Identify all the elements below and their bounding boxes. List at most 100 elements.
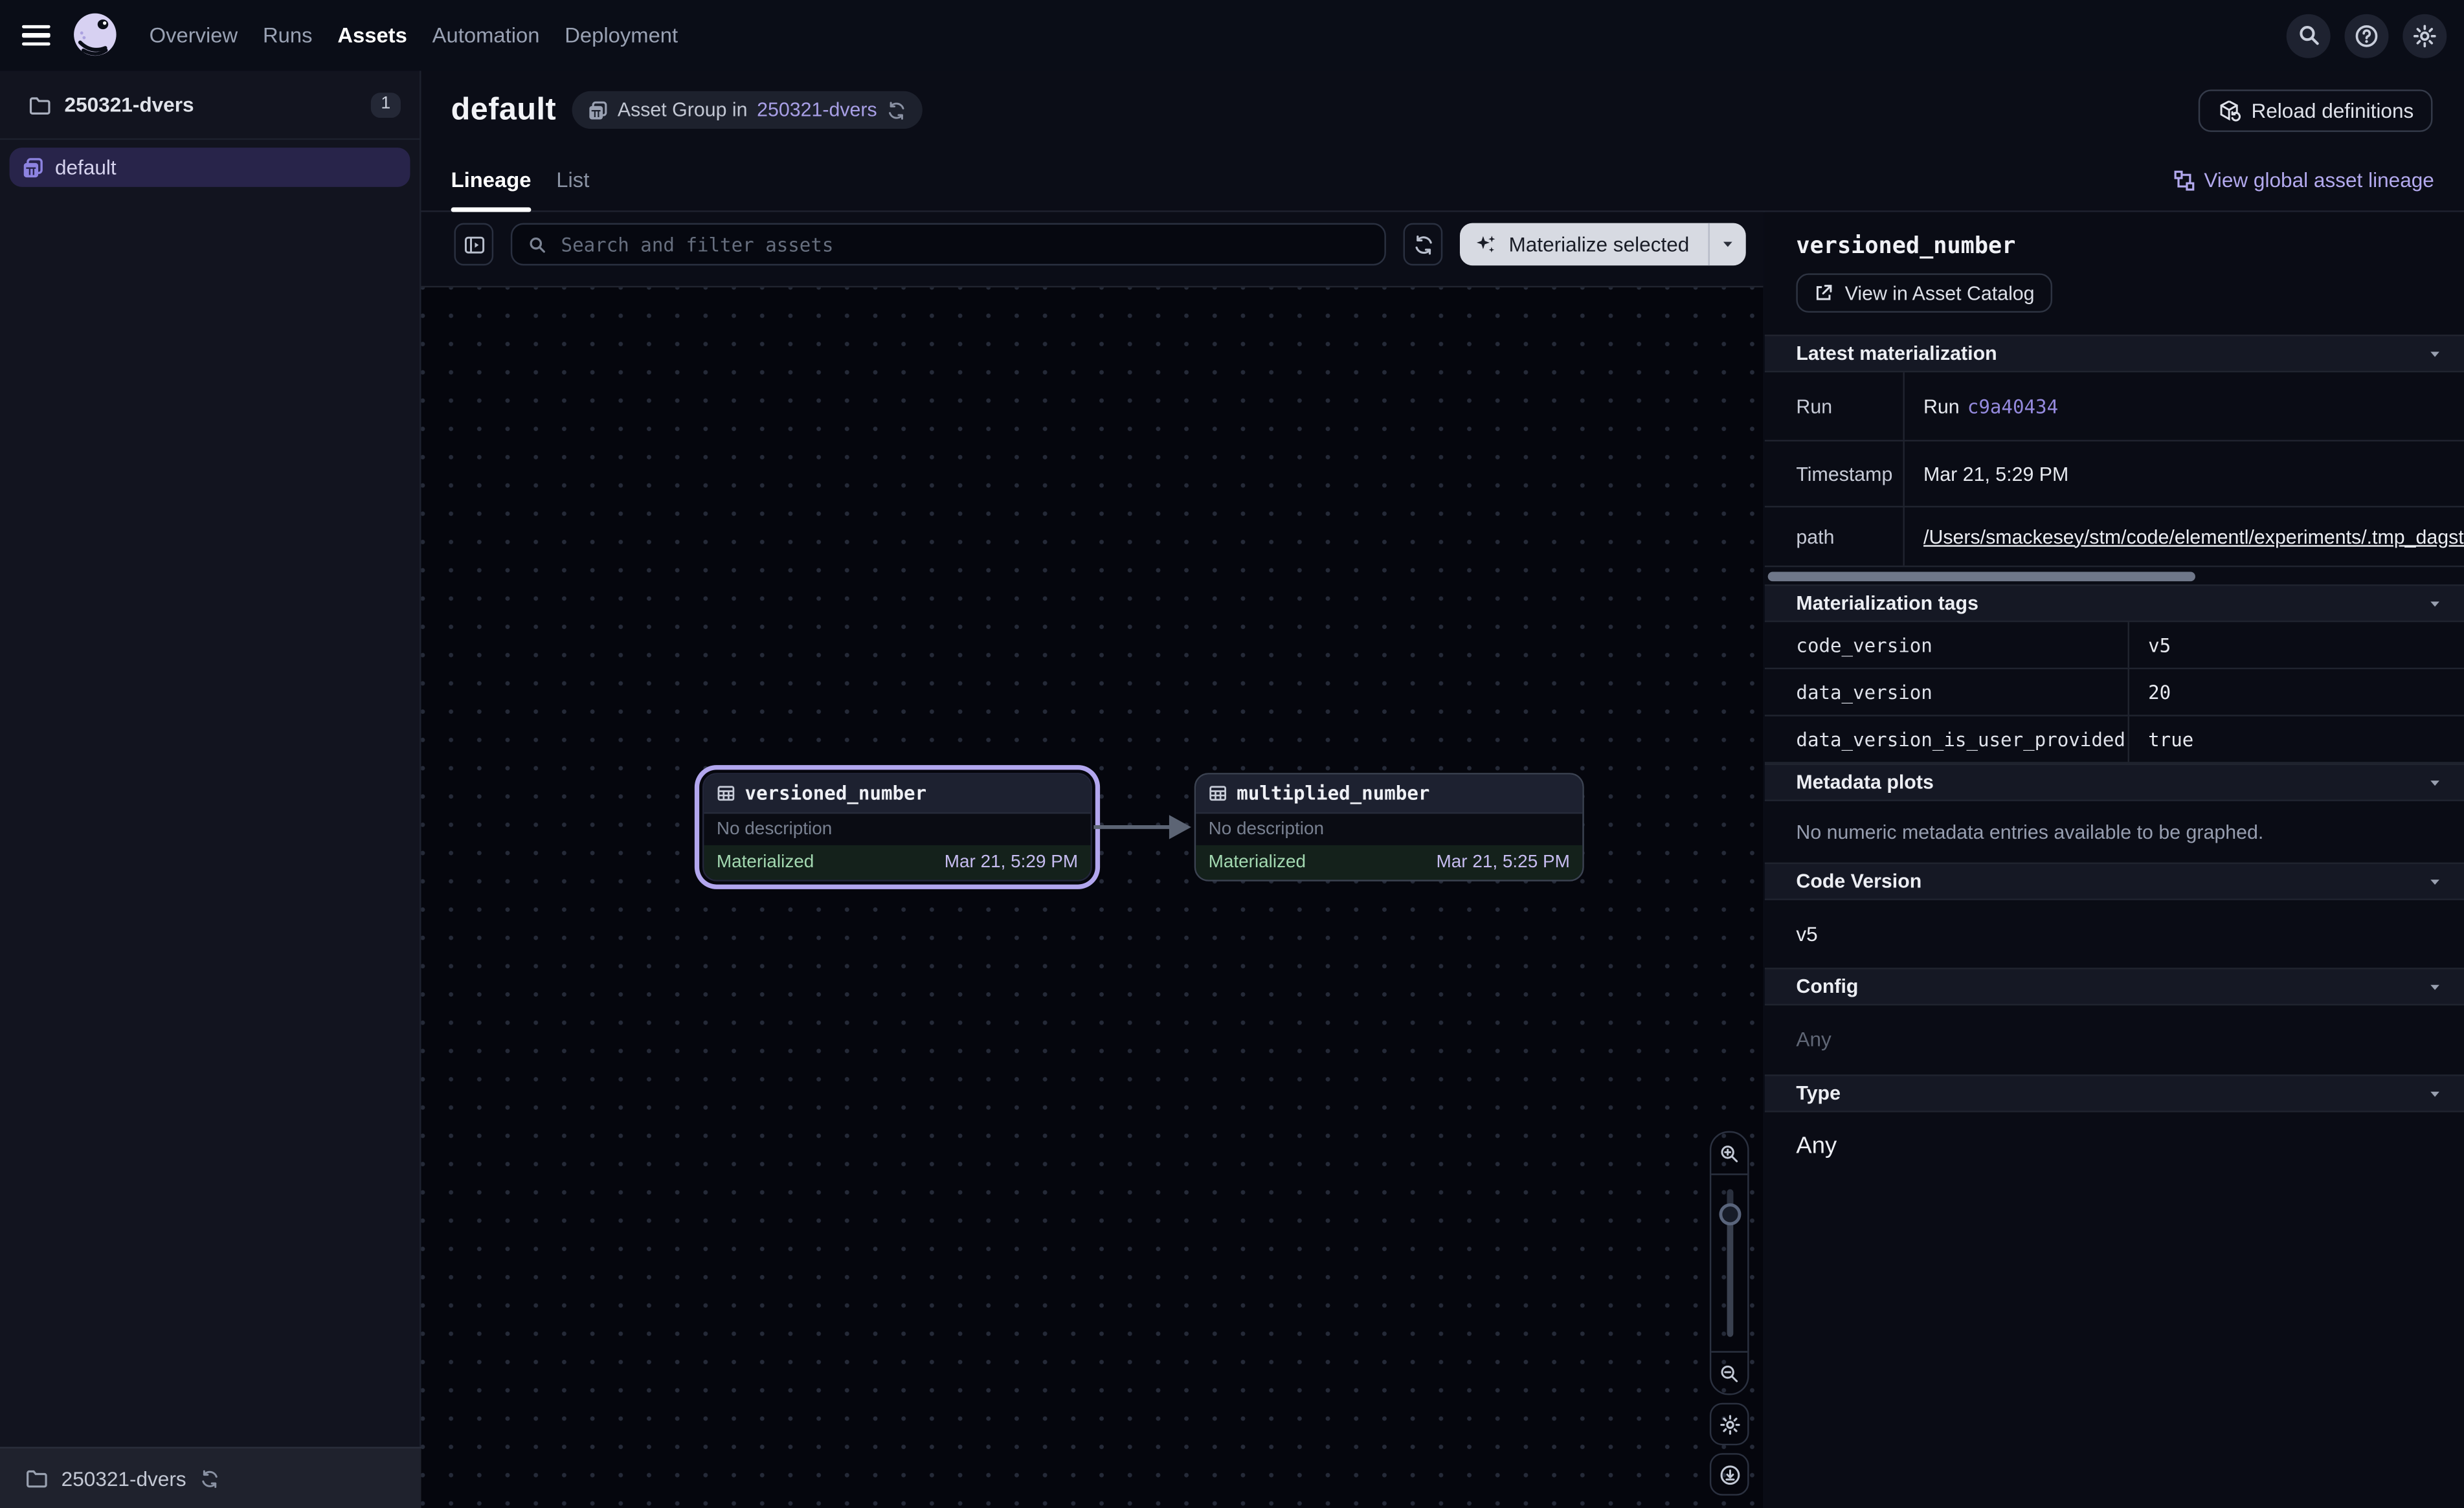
refresh-graph-button[interactable] (1404, 223, 1443, 266)
nav-runs[interactable]: Runs (263, 23, 312, 47)
code-version-value: v5 (1765, 900, 2464, 968)
section-metadata-plots[interactable]: Metadata plots (1765, 764, 2464, 801)
row-label: Run (1765, 372, 1905, 439)
asset-group-icon (22, 157, 44, 179)
section-heading: Materialization tags (1796, 592, 1978, 614)
nav-automation[interactable]: Automation (432, 23, 540, 47)
row-label: path (1765, 507, 1905, 566)
reload-cube-icon (2217, 98, 2240, 122)
expand-sidebar-button[interactable] (454, 223, 493, 266)
section-config[interactable]: Config (1765, 968, 2464, 1005)
refresh-icon[interactable] (886, 100, 907, 120)
section-type[interactable]: Type (1765, 1074, 2464, 1112)
section-latest-materialization[interactable]: Latest materialization (1765, 335, 2464, 372)
zoom-out-icon (1719, 1363, 1740, 1384)
zoom-control (1710, 1131, 1749, 1395)
materialize-selected-button[interactable]: Materialize selected (1460, 223, 1708, 266)
view-tabs: Lineage List View global asset lineage (421, 150, 2464, 212)
tab-list[interactable]: List (556, 150, 589, 211)
tab-lineage[interactable]: Lineage (451, 150, 532, 211)
caret-down-icon[interactable] (2428, 346, 2442, 360)
zoom-in-button[interactable] (1711, 1133, 1747, 1175)
group-count-badge: 1 (371, 92, 401, 117)
chip-code-location-link[interactable]: 250321-dvers (757, 99, 877, 121)
dagster-logo[interactable] (69, 10, 121, 61)
table-icon (1209, 784, 1227, 803)
code-location-footer: 250321-dvers (0, 1447, 421, 1508)
row-value: Mar 21, 5:29 PM (1905, 441, 2464, 506)
download-image-button[interactable] (1710, 1453, 1749, 1496)
zoom-slider[interactable] (1711, 1175, 1747, 1351)
download-icon (1718, 1463, 1740, 1485)
table-row-timestamp: Timestamp Mar 21, 5:29 PM (1765, 441, 2464, 507)
asset-node-description: No description (1196, 814, 1582, 845)
materialize-label: Materialize selected (1508, 232, 1689, 256)
nav-deployment[interactable]: Deployment (565, 23, 678, 47)
hamburger-menu-icon[interactable] (22, 25, 50, 47)
help-button[interactable] (2345, 14, 2389, 58)
asset-node-name: multiplied_number (1237, 782, 1429, 804)
sidebar-group-row[interactable]: 250321-dvers 1 (0, 71, 420, 140)
magnifier-icon (528, 235, 547, 254)
caret-down-icon[interactable] (2428, 596, 2442, 610)
view-in-asset-catalog-button[interactable]: View in Asset Catalog (1796, 273, 2052, 313)
catalog-button-label: View in Asset Catalog (1845, 282, 2035, 304)
asset-details-panel: versioned_number View in Asset Catalog L… (1765, 212, 2464, 1508)
horizontal-scrollbar[interactable] (1768, 572, 2195, 582)
materialize-split-button: Materialize selected (1460, 223, 1746, 266)
tag-value: true (2129, 716, 2464, 762)
caret-down-icon[interactable] (2428, 775, 2442, 790)
folder-icon (28, 93, 50, 115)
external-link-icon (1813, 283, 1834, 304)
gear-icon (1718, 1413, 1740, 1435)
metadata-plots-empty-message: No numeric metadata entries available to… (1765, 801, 2464, 863)
section-heading: Type (1796, 1082, 1841, 1104)
settings-button[interactable] (2402, 14, 2447, 58)
tab-list-label: List (556, 168, 589, 192)
nav-assets[interactable]: Assets (337, 23, 407, 47)
type-value: Any (1765, 1113, 2464, 1160)
folder-icon (25, 1467, 47, 1489)
zoom-out-button[interactable] (1711, 1351, 1747, 1393)
section-code-version[interactable]: Code Version (1765, 863, 2464, 900)
nav-overview[interactable]: Overview (150, 23, 238, 47)
lineage-graph-icon (2173, 169, 2195, 191)
view-global-asset-lineage-link[interactable]: View global asset lineage (2173, 168, 2434, 192)
tab-lineage-label: Lineage (451, 168, 532, 192)
asset-node-name: versioned_number (745, 782, 927, 804)
tag-row-data-version-is-user-provided: data_version_is_user_provided true (1765, 716, 2464, 764)
asset-group-chip: Asset Group in 250321-dvers (572, 91, 923, 129)
graph-settings-button[interactable] (1710, 1403, 1749, 1446)
table-row-path: path /Users/smackesey/stm/code/elementl/… (1765, 507, 2464, 567)
section-heading: Latest materialization (1796, 342, 1997, 364)
asset-node-status-row: Materialized Mar 21, 5:25 PM (1196, 845, 1582, 880)
tag-key: data_version (1765, 669, 2129, 715)
materialize-dropdown-button[interactable] (1710, 223, 1746, 266)
global-lineage-label: View global asset lineage (2204, 168, 2434, 192)
refresh-icon (1412, 233, 1434, 255)
asset-search-box (511, 223, 1386, 266)
zoom-slider-handle[interactable] (1718, 1203, 1740, 1225)
reload-definitions-button[interactable]: Reload definitions (2198, 89, 2433, 131)
refresh-icon[interactable] (199, 1468, 219, 1489)
status-badge: Materialized (717, 853, 814, 872)
tag-key: data_version_is_user_provided (1765, 716, 2129, 762)
asset-node-header: versioned_number (704, 775, 1090, 814)
caret-down-icon[interactable] (2428, 874, 2442, 889)
section-materialization-tags[interactable]: Materialization tags (1765, 584, 2464, 622)
search-input[interactable] (558, 232, 1369, 257)
sidebar-item-default[interactable]: default (10, 148, 410, 187)
lineage-graph-canvas[interactable]: versioned_number No description Material… (421, 287, 1764, 1508)
path-link[interactable]: /Users/smackesey/stm/code/elementl/exper… (1923, 526, 2464, 548)
asset-node-multiplied-number[interactable]: multiplied_number No description Materia… (1194, 773, 1584, 881)
caret-down-icon[interactable] (2428, 979, 2442, 993)
asset-node-description: No description (704, 814, 1090, 845)
caret-down-icon[interactable] (2428, 1086, 2442, 1100)
page-header: default Asset Group in 250321-dvers Relo… (421, 71, 2464, 149)
code-location-name: 250321-dvers (62, 1467, 186, 1490)
run-id-link[interactable]: c9a40434 (1967, 395, 2058, 417)
section-heading: Metadata plots (1796, 771, 1933, 793)
search-button[interactable] (2287, 14, 2331, 58)
asset-node-versioned-number[interactable]: versioned_number No description Material… (702, 773, 1092, 881)
row-value: Run c9a40434 (1905, 372, 2464, 439)
